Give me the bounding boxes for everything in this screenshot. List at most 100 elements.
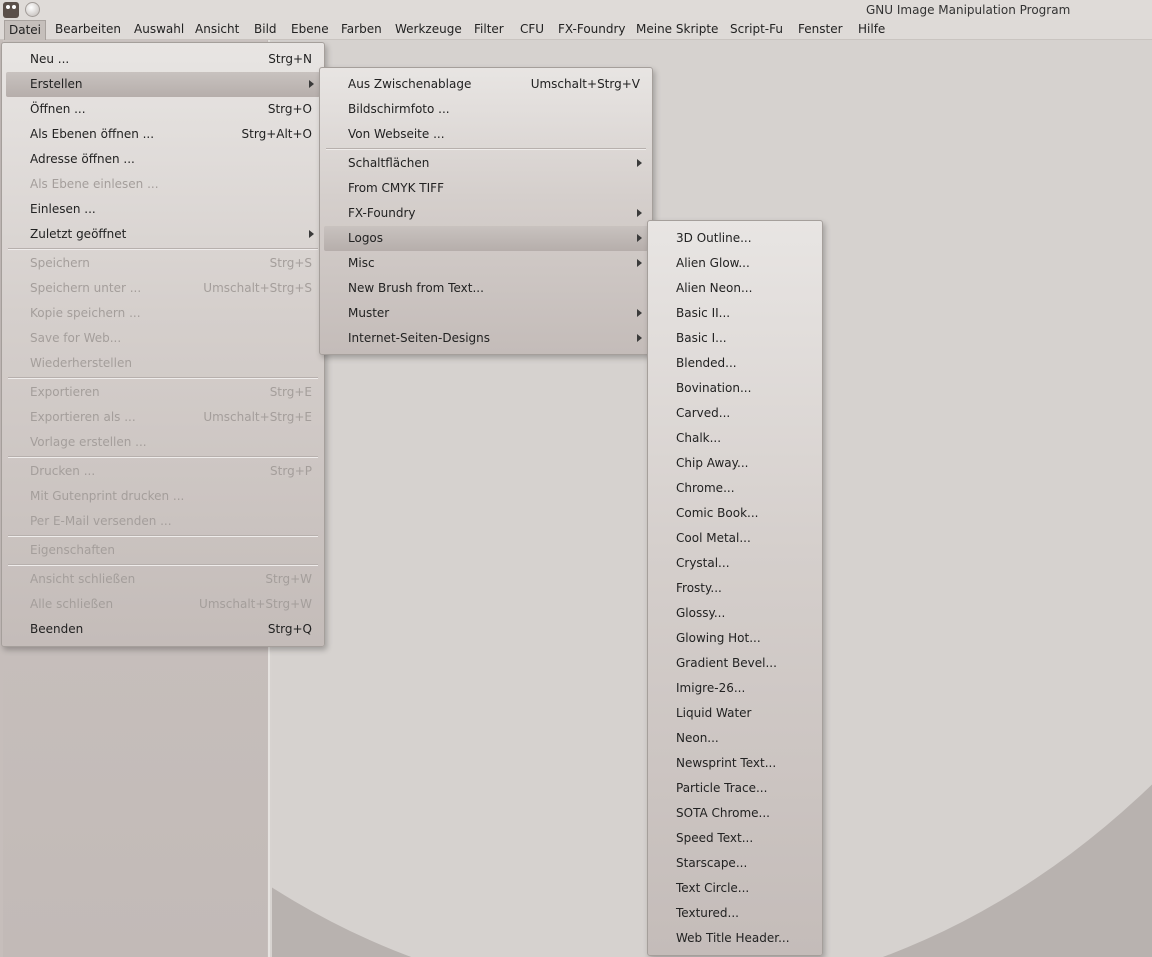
menu-item-label: Chip Away... bbox=[676, 456, 749, 470]
logos-item-particle-trace[interactable]: Particle Trace... bbox=[652, 776, 818, 801]
create-item-aus-zwischenablage[interactable]: Aus Zwischenablage Umschalt+Strg+V bbox=[324, 72, 648, 97]
create-item-internet-seiten-designs[interactable]: Internet-Seiten-Designs bbox=[324, 326, 648, 351]
file-item-beenden[interactable]: Beenden Strg+Q bbox=[6, 617, 320, 642]
file-item-einlesen[interactable]: Einlesen ... bbox=[6, 197, 320, 222]
file-item-kopie-speichern[interactable]: Kopie speichern ... bbox=[6, 301, 320, 326]
menu-ebene[interactable]: Ebene bbox=[287, 20, 333, 40]
logos-item-text-circle[interactable]: Text Circle... bbox=[652, 876, 818, 901]
menu-cfu[interactable]: CFU bbox=[516, 20, 548, 40]
file-item-neu[interactable]: Neu ... Strg+N bbox=[6, 47, 320, 72]
menu-hilfe[interactable]: Hilfe bbox=[854, 20, 889, 40]
menu-item-label: Muster bbox=[348, 306, 390, 320]
menu-ansicht[interactable]: Ansicht bbox=[191, 20, 243, 40]
logos-item-imigre-26[interactable]: Imigre-26... bbox=[652, 676, 818, 701]
file-item-adresse-oeffnen[interactable]: Adresse öffnen ... bbox=[6, 147, 320, 172]
menu-werkzeuge[interactable]: Werkzeuge bbox=[391, 20, 466, 40]
menu-datei[interactable]: Datei bbox=[4, 20, 47, 40]
logos-item-textured[interactable]: Textured... bbox=[652, 901, 818, 926]
logos-item-web-title-header[interactable]: Web Title Header... bbox=[652, 926, 818, 951]
file-item-exportieren[interactable]: Exportieren Strg+E bbox=[6, 380, 320, 405]
menu-bild[interactable]: Bild bbox=[250, 20, 281, 40]
gimp-app-icon[interactable] bbox=[3, 2, 19, 18]
menu-script-fu[interactable]: Script-Fu bbox=[726, 20, 787, 40]
logos-item-starscape[interactable]: Starscape... bbox=[652, 851, 818, 876]
create-item-muster[interactable]: Muster bbox=[324, 301, 648, 326]
file-item-ansicht-schliessen[interactable]: Ansicht schließen Strg+W bbox=[6, 567, 320, 592]
title-bar: GNU Image Manipulation Program bbox=[0, 0, 1152, 20]
menu-item-label: Speichern unter ... bbox=[30, 281, 142, 295]
file-item-speichern-unter[interactable]: Speichern unter ... Umschalt+Strg+S bbox=[6, 276, 320, 301]
logos-item-liquid-water[interactable]: Liquid Water bbox=[652, 701, 818, 726]
menu-fenster[interactable]: Fenster bbox=[794, 20, 847, 40]
shortcut-label: Strg+W bbox=[265, 572, 312, 586]
logos-item-blended[interactable]: Blended... bbox=[652, 351, 818, 376]
create-item-new-brush-from-text[interactable]: New Brush from Text... bbox=[324, 276, 648, 301]
file-item-zuletzt-geoeffnet[interactable]: Zuletzt geöffnet bbox=[6, 222, 320, 247]
logos-item-chalk[interactable]: Chalk... bbox=[652, 426, 818, 451]
shortcut-label: Strg+P bbox=[270, 464, 312, 478]
file-item-oeffnen[interactable]: Öffnen ... Strg+O bbox=[6, 97, 320, 122]
menu-item-label: Neu ... bbox=[30, 52, 70, 66]
file-item-exportieren-als[interactable]: Exportieren als ... Umschalt+Strg+E bbox=[6, 405, 320, 430]
create-item-schaltflaechen[interactable]: Schaltflächen bbox=[324, 151, 648, 176]
file-item-vorlage-erstellen[interactable]: Vorlage erstellen ... bbox=[6, 430, 320, 455]
menu-separator bbox=[8, 564, 318, 566]
menu-farben[interactable]: Farben bbox=[337, 20, 386, 40]
logos-item-glossy[interactable]: Glossy... bbox=[652, 601, 818, 626]
create-item-logos[interactable]: Logos bbox=[324, 226, 648, 251]
logos-item-gradient-bevel[interactable]: Gradient Bevel... bbox=[652, 651, 818, 676]
file-item-drucken[interactable]: Drucken ... Strg+P bbox=[6, 459, 320, 484]
file-item-erstellen[interactable]: Erstellen bbox=[6, 72, 320, 97]
file-item-als-ebenen-oeffnen[interactable]: Als Ebenen öffnen ... Strg+Alt+O bbox=[6, 122, 320, 147]
create-item-fx-foundry[interactable]: FX-Foundry bbox=[324, 201, 648, 226]
menu-meine-skripte[interactable]: Meine Skripte bbox=[632, 20, 722, 40]
logos-item-bovination[interactable]: Bovination... bbox=[652, 376, 818, 401]
file-item-als-ebene-einlesen[interactable]: Als Ebene einlesen ... bbox=[6, 172, 320, 197]
file-item-save-for-web[interactable]: Save for Web... bbox=[6, 326, 320, 351]
file-item-wiederherstellen[interactable]: Wiederherstellen bbox=[6, 351, 320, 376]
logos-item-basic-i[interactable]: Basic I... bbox=[652, 326, 818, 351]
logos-item-cool-metal[interactable]: Cool Metal... bbox=[652, 526, 818, 551]
create-item-bildschirmfoto[interactable]: Bildschirmfoto ... bbox=[324, 97, 648, 122]
logos-item-chip-away[interactable]: Chip Away... bbox=[652, 451, 818, 476]
window-button[interactable] bbox=[25, 2, 40, 17]
menu-item-label: Exportieren bbox=[30, 385, 100, 399]
menu-bearbeiten[interactable]: Bearbeiten bbox=[51, 20, 125, 40]
file-item-mit-gutenprint-drucken[interactable]: Mit Gutenprint drucken ... bbox=[6, 484, 320, 509]
file-item-speichern[interactable]: Speichern Strg+S bbox=[6, 251, 320, 276]
logos-submenu: 3D Outline... Alien Glow... Alien Neon... B… bbox=[647, 220, 823, 956]
logos-item-basic-ii[interactable]: Basic II... bbox=[652, 301, 818, 326]
menu-item-label: Speed Text... bbox=[676, 831, 754, 845]
logos-item-3d-outline[interactable]: 3D Outline... bbox=[652, 226, 818, 251]
logos-item-alien-neon[interactable]: Alien Neon... bbox=[652, 276, 818, 301]
menu-auswahl[interactable]: Auswahl bbox=[130, 20, 188, 40]
create-item-von-webseite[interactable]: Von Webseite ... bbox=[324, 122, 648, 147]
menu-item-label: Glossy... bbox=[676, 606, 726, 620]
file-item-eigenschaften[interactable]: Eigenschaften bbox=[6, 538, 320, 563]
create-item-misc[interactable]: Misc bbox=[324, 251, 648, 276]
menu-separator bbox=[8, 535, 318, 537]
menu-filter[interactable]: Filter bbox=[470, 20, 508, 40]
menu-item-label: Kopie speichern ... bbox=[30, 306, 141, 320]
file-item-alle-schliessen[interactable]: Alle schließen Umschalt+Strg+W bbox=[6, 592, 320, 617]
file-item-per-e-mail-versenden[interactable]: Per E-Mail versenden ... bbox=[6, 509, 320, 534]
logos-item-carved[interactable]: Carved... bbox=[652, 401, 818, 426]
shortcut-label: Strg+Alt+O bbox=[241, 127, 312, 141]
logos-item-frosty[interactable]: Frosty... bbox=[652, 576, 818, 601]
logos-item-comic-book[interactable]: Comic Book... bbox=[652, 501, 818, 526]
logos-item-sota-chrome[interactable]: SOTA Chrome... bbox=[652, 801, 818, 826]
menu-item-label: Cool Metal... bbox=[676, 531, 751, 545]
menu-item-label: Ansicht schließen bbox=[30, 572, 136, 586]
menu-fx-foundry[interactable]: FX-Foundry bbox=[554, 20, 630, 40]
logos-item-alien-glow[interactable]: Alien Glow... bbox=[652, 251, 818, 276]
create-item-from-cmyk-tiff[interactable]: From CMYK TIFF bbox=[324, 176, 648, 201]
shortcut-label: Umschalt+Strg+V bbox=[530, 77, 640, 91]
logos-item-newsprint-text[interactable]: Newsprint Text... bbox=[652, 751, 818, 776]
logos-item-neon[interactable]: Neon... bbox=[652, 726, 818, 751]
logos-item-crystal[interactable]: Crystal... bbox=[652, 551, 818, 576]
logos-item-speed-text[interactable]: Speed Text... bbox=[652, 826, 818, 851]
menu-item-label: Alien Neon... bbox=[676, 281, 753, 295]
logos-item-glowing-hot[interactable]: Glowing Hot... bbox=[652, 626, 818, 651]
logos-item-chrome[interactable]: Chrome... bbox=[652, 476, 818, 501]
menu-item-label: Neon... bbox=[676, 731, 719, 745]
